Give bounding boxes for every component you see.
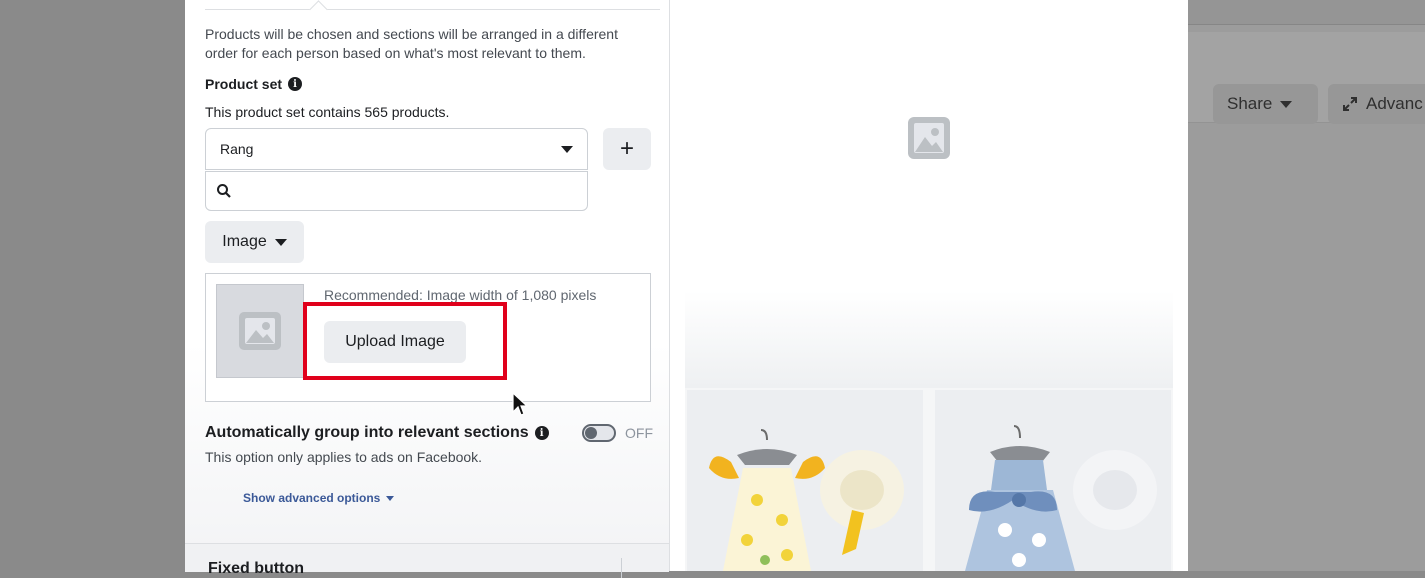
settings-panel: Products will be chosen and sections wil… bbox=[185, 0, 670, 578]
image-icon bbox=[239, 312, 281, 350]
fixed-button-label: Fixed button bbox=[208, 560, 304, 577]
image-recommendation: Recommended: Image width of 1,080 pixels bbox=[324, 287, 597, 303]
image-icon bbox=[908, 117, 950, 159]
image-placeholder-thumbnail bbox=[216, 284, 304, 378]
auto-group-heading: Automatically group into relevant sectio… bbox=[205, 424, 549, 442]
share-button[interactable]: Share bbox=[1213, 84, 1318, 124]
auto-group-description: This option only applies to ads on Faceb… bbox=[205, 449, 483, 465]
background-toolbar: Share Advanc bbox=[1188, 32, 1425, 124]
product-set-heading: Product set i bbox=[205, 76, 303, 92]
add-product-set-button[interactable]: + bbox=[603, 128, 651, 170]
background-header bbox=[1188, 0, 1425, 25]
plus-icon: + bbox=[619, 135, 634, 162]
mouse-cursor-icon bbox=[512, 392, 528, 416]
product-thumbnail bbox=[687, 390, 923, 571]
advanced-options-label: Show advanced options bbox=[243, 491, 381, 505]
background-page: Share Advanc bbox=[1188, 0, 1425, 571]
upload-highlight-box bbox=[303, 302, 507, 380]
product-thumbnail bbox=[935, 390, 1171, 571]
section-divider bbox=[621, 558, 622, 578]
tab-pointer bbox=[309, 0, 328, 19]
dress-image bbox=[935, 390, 1171, 571]
cover-image-preview bbox=[685, 0, 1173, 388]
product-set-value: Rang bbox=[220, 141, 254, 157]
product-set-count: This product set contains 565 products. bbox=[205, 104, 450, 120]
media-type-label: Image bbox=[222, 233, 267, 250]
dress-image bbox=[687, 390, 923, 571]
search-icon bbox=[217, 184, 231, 198]
product-set-search-input[interactable] bbox=[205, 171, 588, 211]
product-set-label: Product set bbox=[205, 76, 283, 92]
product-set-dropdown[interactable]: Rang bbox=[205, 128, 588, 170]
advanced-button[interactable]: Advanc bbox=[1328, 84, 1425, 124]
auto-group-label: Automatically group into relevant sectio… bbox=[205, 424, 529, 441]
ad-preview-panel bbox=[685, 0, 1173, 571]
show-advanced-options-link[interactable]: Show advanced options bbox=[243, 491, 395, 505]
chevron-down-icon bbox=[386, 495, 395, 501]
fixed-button-section[interactable]: Fixed button bbox=[185, 543, 669, 578]
info-icon[interactable]: i bbox=[534, 426, 549, 440]
auto-group-toggle[interactable] bbox=[582, 424, 616, 442]
catalog-modal: Products will be chosen and sections wil… bbox=[185, 0, 1188, 578]
tab-divider bbox=[205, 0, 660, 19]
chevron-down-icon bbox=[1280, 100, 1293, 108]
chevron-down-icon bbox=[274, 238, 287, 246]
info-icon[interactable]: i bbox=[288, 77, 303, 91]
expand-icon bbox=[1343, 97, 1357, 111]
toggle-state-label: OFF bbox=[625, 425, 653, 441]
chevron-down-icon bbox=[561, 145, 573, 153]
share-label: Share bbox=[1227, 94, 1273, 113]
advanced-label: Advanc bbox=[1366, 94, 1423, 113]
media-type-dropdown[interactable]: Image bbox=[205, 221, 304, 263]
toggle-knob bbox=[585, 427, 597, 439]
personalization-description: Products will be chosen and sections wil… bbox=[205, 26, 618, 61]
